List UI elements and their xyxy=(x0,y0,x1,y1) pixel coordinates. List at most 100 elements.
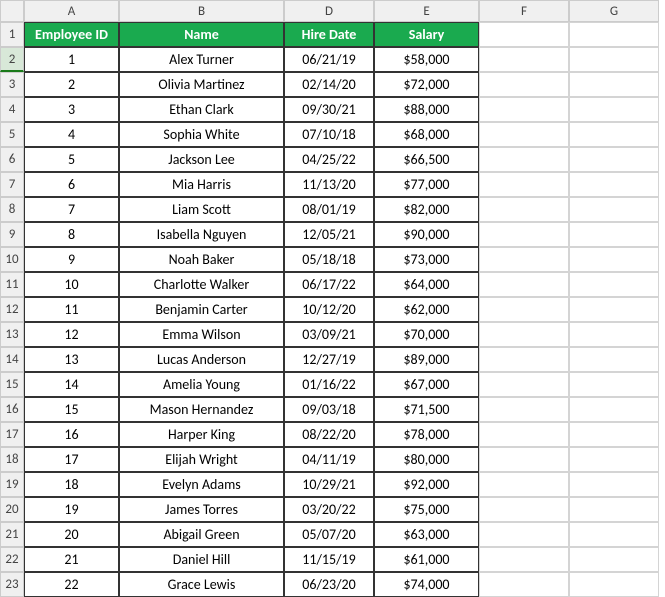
cell-id-3[interactable]: 2 xyxy=(24,72,119,97)
cell-salary-9[interactable]: $90,000 xyxy=(374,222,479,247)
row-head-1[interactable]: 1 xyxy=(0,22,24,47)
cell-id-6[interactable]: 5 xyxy=(24,147,119,172)
cell-salary-8[interactable]: $82,000 xyxy=(374,197,479,222)
col-head-D[interactable]: D xyxy=(284,0,374,22)
cell-date-14[interactable]: 12/27/19 xyxy=(284,347,374,372)
cell-salary-21[interactable]: $63,000 xyxy=(374,522,479,547)
cell-name-10[interactable]: Noah Baker xyxy=(119,247,284,272)
col-head-E[interactable]: E xyxy=(374,0,479,22)
row-head-4[interactable]: 4 xyxy=(0,97,24,122)
cell-date-19[interactable]: 10/29/21 xyxy=(284,472,374,497)
cell-salary-5[interactable]: $68,000 xyxy=(374,122,479,147)
cell-salary-6[interactable]: $66,500 xyxy=(374,147,479,172)
cell-date-18[interactable]: 04/11/19 xyxy=(284,447,374,472)
cell-name-3[interactable]: Olivia Martinez xyxy=(119,72,284,97)
cell-name-16[interactable]: Mason Hernandez xyxy=(119,397,284,422)
cell-name-20[interactable]: James Torres xyxy=(119,497,284,522)
cell-id-10[interactable]: 9 xyxy=(24,247,119,272)
cell-G6[interactable] xyxy=(569,147,659,172)
col-head-G[interactable]: G xyxy=(569,0,659,22)
cell-date-17[interactable]: 08/22/20 xyxy=(284,422,374,447)
cell-salary-2[interactable]: $58,000 xyxy=(374,47,479,72)
cell-salary-4[interactable]: $88,000 xyxy=(374,97,479,122)
row-head-7[interactable]: 7 xyxy=(0,172,24,197)
cell-G14[interactable] xyxy=(569,347,659,372)
cell-name-5[interactable]: Sophia White xyxy=(119,122,284,147)
cell-G1[interactable] xyxy=(569,22,659,47)
cell-F6[interactable] xyxy=(479,147,569,172)
row-head-9[interactable]: 9 xyxy=(0,222,24,247)
cell-G12[interactable] xyxy=(569,297,659,322)
cell-F13[interactable] xyxy=(479,322,569,347)
cell-date-4[interactable]: 09/30/21 xyxy=(284,97,374,122)
cell-id-16[interactable]: 15 xyxy=(24,397,119,422)
cell-G2[interactable] xyxy=(569,47,659,72)
cell-salary-23[interactable]: $74,000 xyxy=(374,572,479,597)
cell-F9[interactable] xyxy=(479,222,569,247)
cell-name-11[interactable]: Charlotte Walker xyxy=(119,272,284,297)
cell-salary-16[interactable]: $71,500 xyxy=(374,397,479,422)
row-head-8[interactable]: 8 xyxy=(0,197,24,222)
cell-F2[interactable] xyxy=(479,47,569,72)
cell-name-18[interactable]: Elijah Wright xyxy=(119,447,284,472)
cell-salary-13[interactable]: $70,000 xyxy=(374,322,479,347)
cell-F18[interactable] xyxy=(479,447,569,472)
cell-G4[interactable] xyxy=(569,97,659,122)
row-head-12[interactable]: 12 xyxy=(0,297,24,322)
cell-date-5[interactable]: 07/10/18 xyxy=(284,122,374,147)
cell-id-21[interactable]: 20 xyxy=(24,522,119,547)
cell-date-11[interactable]: 06/17/22 xyxy=(284,272,374,297)
cell-salary-10[interactable]: $73,000 xyxy=(374,247,479,272)
cell-F17[interactable] xyxy=(479,422,569,447)
cell-id-12[interactable]: 11 xyxy=(24,297,119,322)
row-head-14[interactable]: 14 xyxy=(0,347,24,372)
cell-G23[interactable] xyxy=(569,572,659,597)
cell-G21[interactable] xyxy=(569,522,659,547)
cell-G19[interactable] xyxy=(569,472,659,497)
cell-G15[interactable] xyxy=(569,372,659,397)
header-salary[interactable]: Salary xyxy=(374,22,479,47)
cell-name-6[interactable]: Jackson Lee xyxy=(119,147,284,172)
row-head-11[interactable]: 11 xyxy=(0,272,24,297)
cell-id-8[interactable]: 7 xyxy=(24,197,119,222)
header-name[interactable]: Name xyxy=(119,22,284,47)
cell-date-13[interactable]: 03/09/21 xyxy=(284,322,374,347)
cell-name-8[interactable]: Liam Scott xyxy=(119,197,284,222)
cell-salary-15[interactable]: $67,000 xyxy=(374,372,479,397)
header-employee-id[interactable]: Employee ID xyxy=(24,22,119,47)
row-head-13[interactable]: 13 xyxy=(0,322,24,347)
cell-F12[interactable] xyxy=(479,297,569,322)
cell-name-21[interactable]: Abigail Green xyxy=(119,522,284,547)
cell-name-7[interactable]: Mia Harris xyxy=(119,172,284,197)
row-head-23[interactable]: 23 xyxy=(0,572,24,597)
cell-id-19[interactable]: 18 xyxy=(24,472,119,497)
cell-F16[interactable] xyxy=(479,397,569,422)
cell-F23[interactable] xyxy=(479,572,569,597)
cell-id-2[interactable]: 1 xyxy=(24,47,119,72)
cell-salary-7[interactable]: $77,000 xyxy=(374,172,479,197)
row-head-17[interactable]: 17 xyxy=(0,422,24,447)
cell-F22[interactable] xyxy=(479,547,569,572)
cell-G10[interactable] xyxy=(569,247,659,272)
spreadsheet[interactable]: A B D E F G 1 Employee ID Name Hire Date… xyxy=(0,0,665,597)
row-head-21[interactable]: 21 xyxy=(0,522,24,547)
cell-date-22[interactable]: 11/15/19 xyxy=(284,547,374,572)
cell-name-15[interactable]: Amelia Young xyxy=(119,372,284,397)
cell-G13[interactable] xyxy=(569,322,659,347)
col-head-B[interactable]: B xyxy=(119,0,284,22)
cell-id-15[interactable]: 14 xyxy=(24,372,119,397)
cell-salary-19[interactable]: $92,000 xyxy=(374,472,479,497)
cell-date-16[interactable]: 09/03/18 xyxy=(284,397,374,422)
cell-F10[interactable] xyxy=(479,247,569,272)
cell-salary-14[interactable]: $89,000 xyxy=(374,347,479,372)
cell-G17[interactable] xyxy=(569,422,659,447)
cell-F1[interactable] xyxy=(479,22,569,47)
cell-G11[interactable] xyxy=(569,272,659,297)
row-head-22[interactable]: 22 xyxy=(0,547,24,572)
row-head-16[interactable]: 16 xyxy=(0,397,24,422)
col-head-A[interactable]: A xyxy=(24,0,119,22)
row-head-10[interactable]: 10 xyxy=(0,247,24,272)
cell-salary-3[interactable]: $72,000 xyxy=(374,72,479,97)
cell-date-15[interactable]: 01/16/22 xyxy=(284,372,374,397)
row-head-3[interactable]: 3 xyxy=(0,72,24,97)
